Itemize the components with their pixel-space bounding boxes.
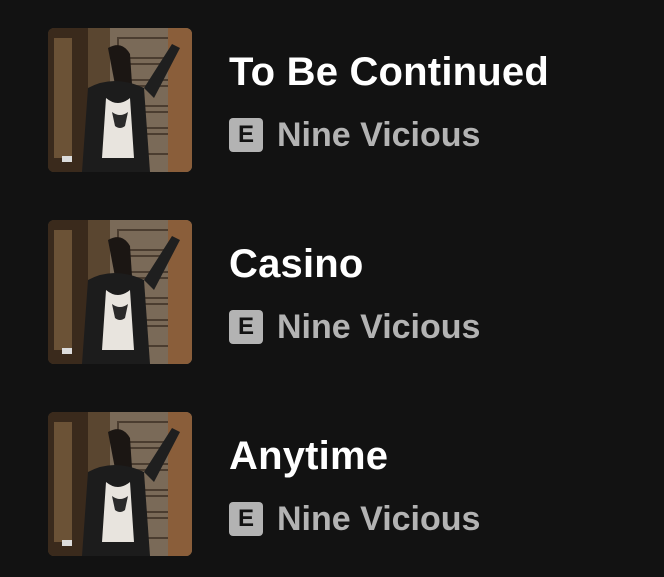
artist-name[interactable]: Nine Vicious <box>277 498 480 540</box>
track-row[interactable]: Casino E Nine Vicious <box>0 216 664 366</box>
explicit-badge: E <box>229 502 263 536</box>
track-row[interactable]: To Be Continued E Nine Vicious <box>0 24 664 174</box>
track-list: To Be Continued E Nine Vicious Casino E … <box>0 0 664 577</box>
album-cover-image <box>48 28 192 172</box>
explicit-badge: E <box>229 310 263 344</box>
explicit-badge: E <box>229 118 263 152</box>
track-title[interactable]: Casino <box>229 240 364 288</box>
track-title[interactable]: To Be Continued <box>229 48 549 96</box>
album-cover-image <box>48 412 192 556</box>
artist-name[interactable]: Nine Vicious <box>277 114 480 156</box>
track-title[interactable]: Anytime <box>229 432 388 480</box>
album-cover-image <box>48 220 192 364</box>
track-row[interactable]: Anytime E Nine Vicious <box>0 408 664 558</box>
artist-name[interactable]: Nine Vicious <box>277 306 480 348</box>
